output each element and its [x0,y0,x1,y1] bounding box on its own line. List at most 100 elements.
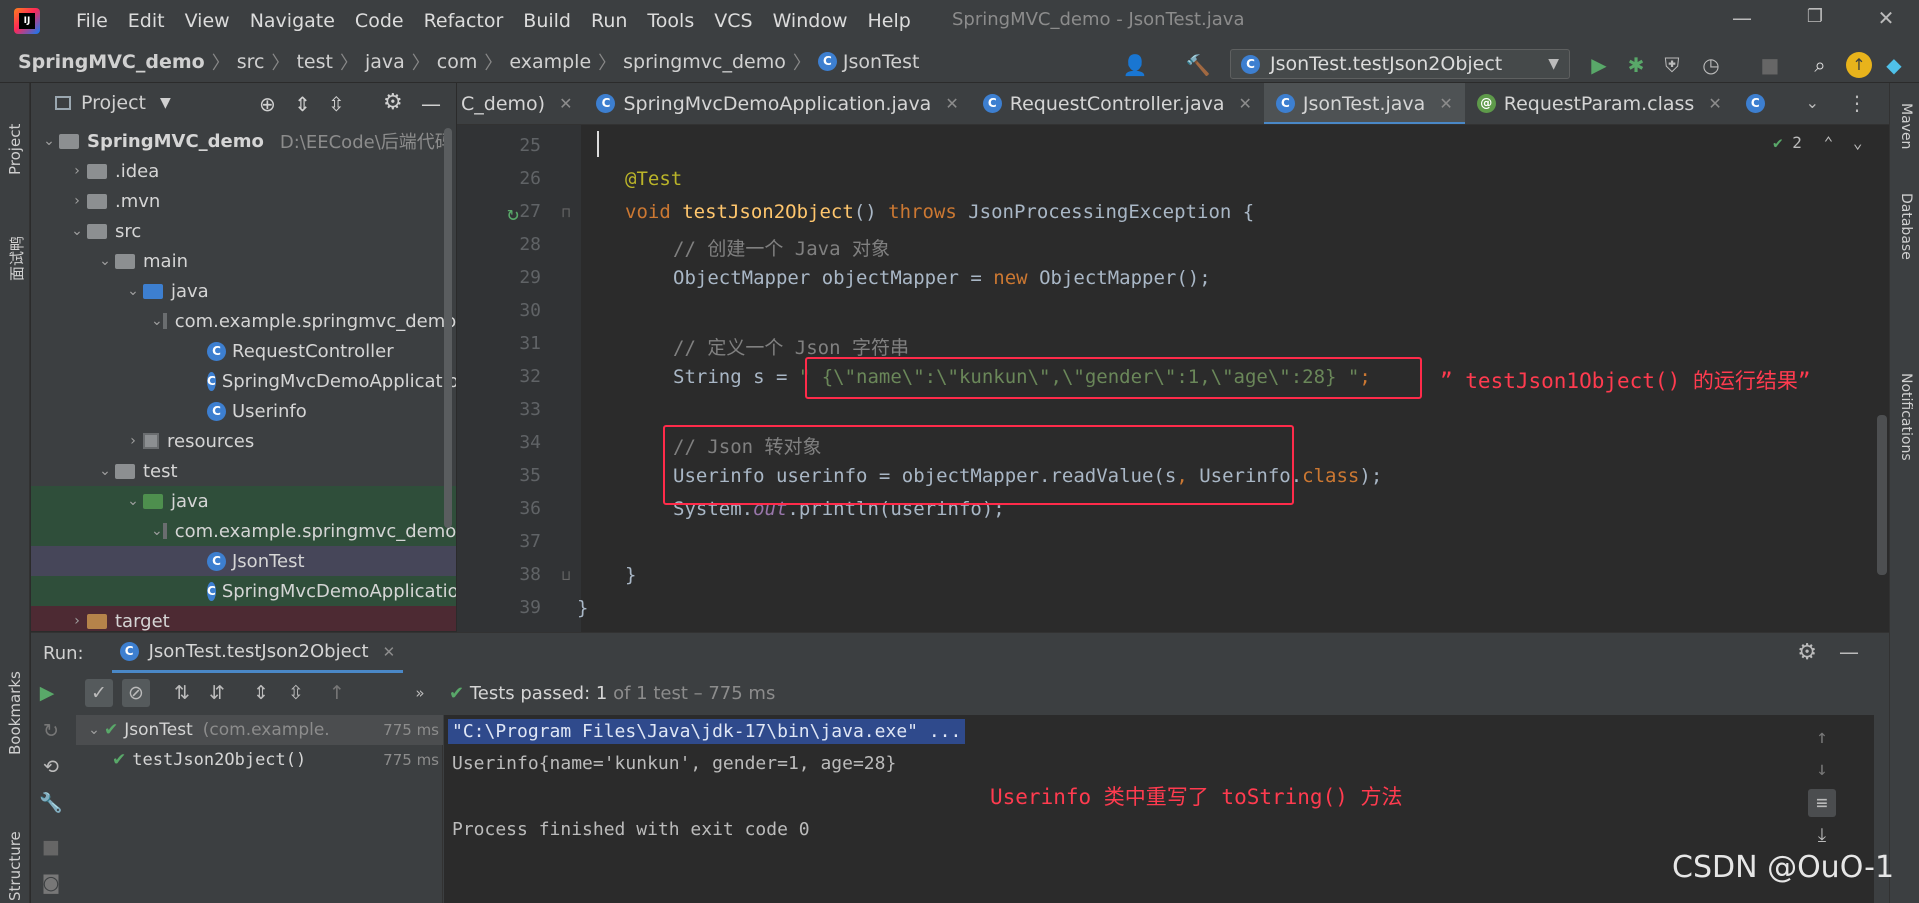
chevron-down-icon[interactable]: ⌄ [123,283,143,299]
user-icon[interactable]: 👤 [1122,52,1148,78]
menu-code[interactable]: Code [345,10,414,32]
chevron-down-icon[interactable]: ⌄ [95,463,115,479]
soft-wrap-icon[interactable]: ≡ [1808,789,1836,817]
tab-request-param[interactable]: @ RequestParam.class ✕ [1465,83,1734,124]
chevron-right-icon[interactable]: › [123,433,143,449]
tree-item-mvn[interactable]: › .mvn [31,186,456,216]
tree-item-userinfo[interactable]: C Userinfo [31,396,456,426]
sort-alphabetically-icon[interactable]: ⇅ [168,679,196,707]
chevron-down-icon[interactable]: ⌄ [39,133,59,149]
menu-file[interactable]: File [66,10,118,32]
stop-icon[interactable]: ■ [37,833,65,861]
tab-json-test[interactable]: C JsonTest.java ✕ [1263,83,1465,124]
previous-failed-icon[interactable]: ↑ [323,679,351,707]
maven-tool-window-button[interactable]: Maven [1898,103,1914,149]
menu-run[interactable]: Run [581,10,637,32]
breadcrumb-test[interactable]: test [296,51,333,73]
hide-icon[interactable]: — [1839,640,1859,664]
scroll-up-icon[interactable]: ↑ [1808,723,1836,751]
jetbrains-toolbox-icon[interactable]: ◆ [1881,52,1907,78]
close-icon[interactable]: ✕ [1708,94,1721,113]
close-icon[interactable]: ✕ [383,643,396,661]
close-icon[interactable]: ✕ [559,94,572,113]
bookmarks-tool-window-button[interactable]: Bookmarks [6,671,24,755]
tab-list-chevron-icon[interactable]: ⌄ [1806,93,1819,112]
tree-item-resources[interactable]: › resources [31,426,456,456]
breadcrumb-src[interactable]: src [237,51,265,73]
menu-vcs[interactable]: VCS [704,10,762,32]
menu-help[interactable]: Help [857,10,920,32]
gear-icon[interactable]: ⚙ [383,90,403,115]
intellij-logo-icon[interactable]: IJ [14,7,40,34]
search-icon[interactable]: ⌕ [1807,52,1833,78]
fold-icon[interactable]: ⊓ [562,205,570,221]
more-chevron-icon[interactable]: » [406,679,434,707]
project-panel-title[interactable]: Project [81,92,146,114]
menu-navigate[interactable]: Navigate [240,10,345,32]
menu-tools[interactable]: Tools [637,10,704,32]
tree-item-application-tests[interactable]: C SpringMvcDemoApplicationTests [31,576,456,606]
more-vertical-icon[interactable]: ⋮ [1847,91,1867,115]
menu-build[interactable]: Build [513,10,581,32]
expand-all-icon[interactable]: ⇕ [294,92,311,116]
chevron-right-icon[interactable]: › [67,193,87,209]
scroll-to-end-icon[interactable]: ⤓ [1808,821,1836,849]
tab-project-truncated[interactable]: C_demo) ✕ [457,83,584,124]
database-tool-window-button[interactable]: Database [1898,193,1914,260]
collapse-all-icon[interactable]: ⇳ [282,679,310,707]
close-button[interactable]: ✕ [1866,6,1906,34]
breadcrumb-class[interactable]: JsonTest [843,51,920,73]
tree-row-test-method[interactable]: ✔ testJson2Object() 775 ms [112,745,439,775]
inspection-widget[interactable]: ✔ 2 ⌃ ⌄ [1773,133,1862,152]
run-test-gutter-icon[interactable]: ↻ [507,201,531,225]
fold-icon[interactable]: ⊔ [562,568,570,584]
wrench-icon[interactable]: 🔧 [37,789,65,817]
tree-item-test-package[interactable]: ⌄ com.example.springmvc_demo [31,516,456,546]
expand-all-icon[interactable]: ⇕ [247,679,275,707]
tree-item-request-controller[interactable]: C RequestController [31,336,456,366]
tree-item-idea[interactable]: › .idea [31,156,456,186]
tree-item-test-java[interactable]: ⌄ java [31,486,456,516]
chevron-right-icon[interactable]: › [67,613,87,629]
toggle-auto-test-icon[interactable]: ⟲ [37,753,65,781]
tree-item-main[interactable]: ⌄ main [31,246,456,276]
console-output[interactable]: "C:\Program Files\Java\jdk-17\bin\java.e… [444,715,1874,903]
notifications-tool-window-button[interactable]: Notifications [1898,373,1914,461]
breadcrumb-java[interactable]: java [365,51,405,73]
tree-item-springmvc-application[interactable]: C SpringMvcDemoApplication [31,366,456,396]
tree-item-project-root[interactable]: ⌄ SpringMVC_demo D:\EECode\后端代码 [31,126,456,156]
run-tab[interactable]: C JsonTest.testJson2Object ✕ [111,633,404,673]
hide-icon[interactable]: — [421,92,441,116]
tree-item-test[interactable]: ⌄ test [31,456,456,486]
chevron-down-icon[interactable]: ⌄ [151,523,163,539]
code-editor[interactable]: 25 26 27 28 29 30 31 32 33 34 35 36 37 3… [457,125,1889,632]
camera-icon[interactable]: ◙ [37,869,65,897]
interview-tool-window-button[interactable]: 面试鸭 [6,236,27,281]
menu-edit[interactable]: Edit [118,10,175,32]
project-tool-window-button[interactable]: Project [6,124,24,175]
menu-window[interactable]: Window [763,10,858,32]
project-scrollbar[interactable] [444,128,452,528]
stop-icon[interactable]: ■ [1757,52,1783,78]
scroll-down-icon[interactable]: ↓ [1808,755,1836,783]
close-icon[interactable]: ✕ [1238,94,1251,113]
locate-icon[interactable]: ⊕ [259,92,276,116]
chevron-right-icon[interactable]: › [67,163,87,179]
chevron-down-icon[interactable]: ⌄ [151,313,163,329]
close-icon[interactable]: ✕ [1439,94,1452,113]
tab-springmvc-application[interactable]: C SpringMvcDemoApplication.java ✕ [584,83,970,124]
show-passed-check-icon[interactable]: ✓ [85,679,113,707]
coverage-icon[interactable]: ⛨ [1659,52,1685,78]
tree-item-json-test[interactable]: C JsonTest [31,546,456,576]
rerun-icon[interactable]: ▶ [33,679,61,707]
chevron-up-icon[interactable]: ⌃ [1824,133,1834,152]
restore-button[interactable]: ❐ [1795,6,1835,34]
minimize-button[interactable]: — [1722,6,1762,34]
chevron-down-icon[interactable]: ⌄ [67,223,87,239]
run-icon[interactable]: ▶ [1586,52,1612,78]
profile-icon[interactable]: ◷ [1698,52,1724,78]
close-icon[interactable]: ✕ [945,94,958,113]
tree-item-main-java[interactable]: ⌄ java [31,276,456,306]
menu-view[interactable]: View [175,10,240,32]
run-configuration-select[interactable]: C JsonTest.testJson2Object ▼ [1230,49,1570,79]
